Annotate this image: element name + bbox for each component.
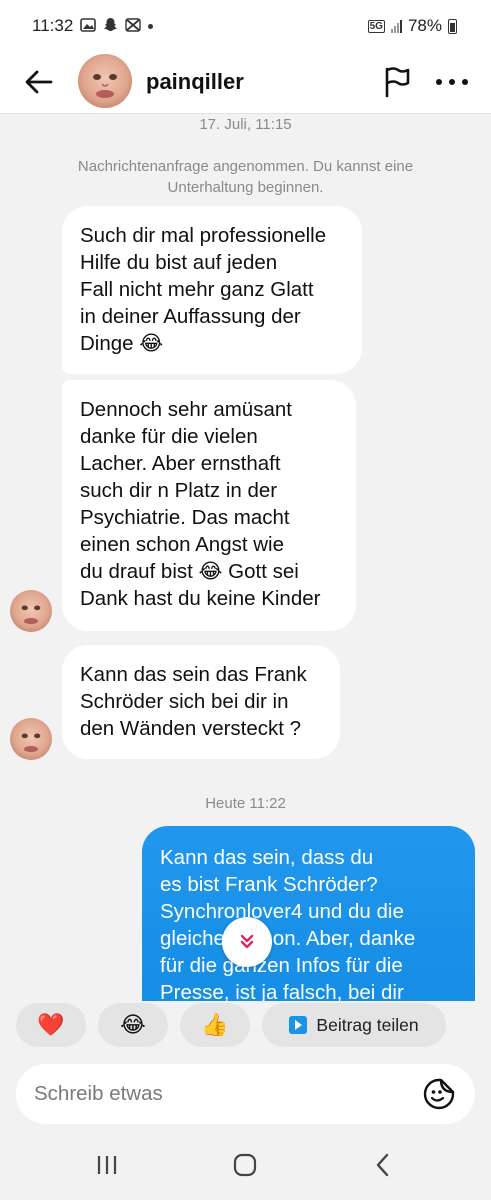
incoming-message[interactable]: Kann das sein das Frank Schröder sich be…: [62, 645, 340, 759]
battery-percent: 78%: [407, 16, 442, 35]
capcut-icon: [125, 17, 141, 35]
gallery-icon: [80, 17, 97, 35]
avatar-face-icon: [21, 733, 41, 753]
outgoing-message[interactable]: Kann das sein, dass du es bist Frank Sch…: [142, 826, 475, 1001]
double-chevron-down-icon: [240, 934, 254, 949]
timestamp: 17. Juli, 11:15: [199, 116, 292, 133]
share-post-label: Beitrag teilen: [316, 1014, 419, 1035]
status-right: 5G 78%: [367, 16, 457, 36]
battery-icon: [448, 18, 457, 34]
chat-username[interactable]: painqiller: [146, 69, 244, 95]
chat-thread[interactable]: 17. Juli, 11:15 Nachrichtenanfrage angen…: [0, 114, 491, 1001]
share-post-button[interactable]: Beitrag teilen: [262, 1003, 446, 1047]
system-message: Nachrichtenanfrage angenommen. Du kannst…: [77, 158, 414, 196]
network-type: 5G: [367, 19, 385, 33]
recent-apps-icon: [97, 1156, 117, 1174]
home-icon: [233, 1153, 257, 1177]
play-square-icon: [289, 1016, 308, 1034]
sender-avatar[interactable]: [10, 590, 52, 632]
quick-reactions: ❤️ 😂 👍 Beitrag teilen: [0, 1003, 491, 1049]
chat-header: painqiller: [0, 52, 491, 114]
laugh-reaction-button[interactable]: 😂: [98, 1003, 168, 1047]
report-button[interactable]: [382, 66, 412, 98]
thumbs-up-icon: 👍: [201, 1012, 229, 1037]
timestamp: Heute 11:22: [205, 795, 286, 812]
status-left: 11:32: [32, 16, 154, 36]
heart-reaction-button[interactable]: ❤️: [16, 1003, 86, 1047]
avatar-face-icon: [93, 74, 117, 98]
notification-dot: [148, 23, 154, 29]
more-options-button[interactable]: [436, 66, 468, 98]
incoming-message[interactable]: Dennoch sehr amüsant danke für die viele…: [62, 380, 356, 631]
heart-icon: ❤️: [37, 1012, 65, 1037]
sticker-button[interactable]: [422, 1077, 456, 1111]
sticker-icon: [423, 1078, 455, 1110]
snapchat-icon: [103, 17, 118, 35]
flag-icon: [385, 67, 410, 98]
recent-apps-button[interactable]: [90, 1148, 124, 1182]
scroll-to-bottom-button[interactable]: [222, 917, 272, 967]
incoming-message[interactable]: Such dir mal professionelle Hilfe du bis…: [62, 206, 362, 374]
status-bar: 11:32 5G 78%: [0, 0, 491, 52]
laughing-emoji-icon: 😂: [120, 1012, 146, 1037]
home-button[interactable]: [228, 1148, 262, 1182]
thumbs-up-reaction-button[interactable]: 👍: [180, 1003, 250, 1047]
avatar-face-icon: [21, 605, 41, 625]
message-composer: [16, 1064, 475, 1124]
back-nav-button[interactable]: [366, 1148, 400, 1182]
status-time: 11:32: [32, 16, 74, 35]
back-button[interactable]: [22, 65, 56, 99]
more-horizontal-icon: [436, 79, 442, 85]
signal-icon: [390, 19, 402, 33]
avatar[interactable]: [78, 54, 132, 108]
arrow-left-icon: [25, 70, 53, 94]
message-input[interactable]: [34, 1078, 414, 1110]
system-nav-bar: [0, 1130, 491, 1200]
chevron-left-icon: [376, 1153, 389, 1177]
sender-avatar[interactable]: [10, 718, 52, 760]
